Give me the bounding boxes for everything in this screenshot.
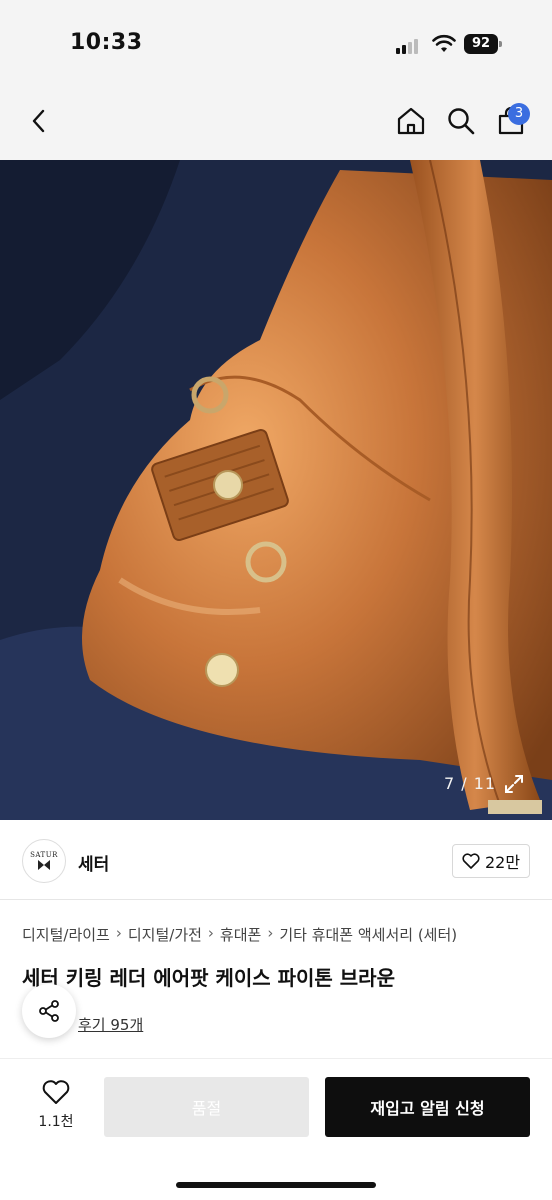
- share-icon: [39, 1000, 59, 1022]
- leather-bag-photo: [0, 160, 552, 820]
- search-icon: [448, 108, 475, 135]
- wishlist-count: 1.1천: [38, 1114, 74, 1130]
- chevron-right-icon: ›: [207, 924, 214, 942]
- cart-count-badge: 3: [508, 103, 530, 125]
- brand-row: SATUR 세터 22만: [0, 820, 552, 900]
- breadcrumb-item[interactable]: 디지털/라이프: [22, 924, 110, 945]
- heart-icon: [462, 853, 480, 869]
- brand-like-count: 22만: [484, 853, 521, 872]
- cellular-signal-icon: [396, 38, 422, 54]
- status-time: 10:33: [70, 30, 143, 55]
- chevron-left-icon: [32, 109, 45, 133]
- battery-icon: 92: [464, 34, 502, 54]
- brand-logo[interactable]: SATUR: [22, 839, 66, 883]
- breadcrumb-item[interactable]: 디지털/가전: [128, 924, 202, 945]
- breadcrumb-item[interactable]: 휴대폰: [220, 924, 261, 945]
- heart-icon: [42, 1080, 70, 1104]
- home-indicator: [176, 1182, 376, 1188]
- home-button[interactable]: [394, 104, 428, 138]
- wishlist-button[interactable]: 1.1천: [26, 1079, 86, 1131]
- back-button[interactable]: [22, 104, 56, 138]
- brand-name[interactable]: 세터: [78, 850, 109, 875]
- wifi-icon: [432, 34, 456, 52]
- soldout-button[interactable]: 품절: [104, 1077, 309, 1137]
- search-button[interactable]: [444, 104, 478, 138]
- battery-level: 92: [464, 34, 498, 54]
- status-bar: 10:33 92: [0, 0, 552, 90]
- top-nav-bar: [0, 90, 552, 160]
- breadcrumb: 디지털/라이프 › 디지털/가전 › 휴대폰 › 기타 휴대폰 액세서리 (세터…: [22, 924, 457, 945]
- brand-logo-text: SATUR: [30, 851, 58, 859]
- home-icon: [397, 107, 425, 135]
- product-title: 세터 키링 레더 에어팟 케이스 파이톤 브라운: [22, 966, 395, 990]
- review-link[interactable]: 후기 95개: [78, 1014, 143, 1035]
- product-image[interactable]: [0, 160, 552, 820]
- share-button[interactable]: [22, 984, 76, 1038]
- chevron-right-icon: ›: [267, 924, 274, 942]
- restock-alert-button[interactable]: 재입고 알림 신청: [325, 1077, 530, 1137]
- chevron-right-icon: ›: [115, 924, 122, 942]
- bottom-action-bar: 1.1천 품절 재입고 알림 신청: [0, 1058, 552, 1200]
- brand-like-button[interactable]: 22만: [452, 844, 530, 878]
- bow-logo-icon: [38, 860, 50, 870]
- expand-icon[interactable]: [502, 772, 526, 796]
- breadcrumb-item[interactable]: 기타 휴대폰 액세서리 (세터): [279, 924, 457, 945]
- image-counter: 7 / 11: [444, 774, 497, 793]
